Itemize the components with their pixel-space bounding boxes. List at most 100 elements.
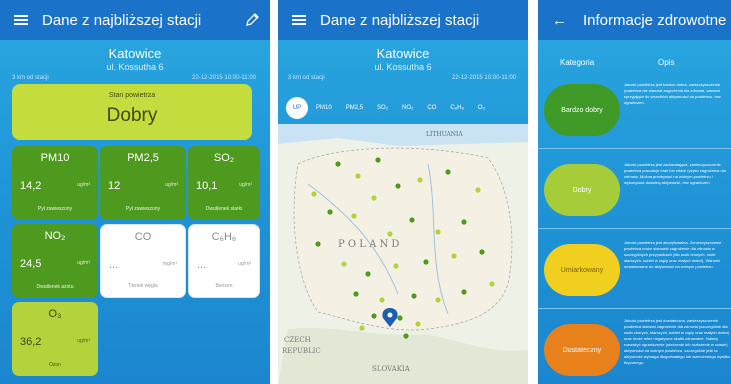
pollutant-value: ... bbox=[197, 259, 207, 271]
pollutant-name: O₃ bbox=[48, 308, 62, 320]
pollutant-name: PM10 bbox=[40, 152, 70, 164]
pollutant-desc: Ozon bbox=[49, 362, 61, 368]
category-badge: Umiarkowany bbox=[544, 244, 620, 296]
pollutant-tile-no2[interactable]: NO₂ 24,5 ug/m³ Dwutlenek azotu bbox=[12, 224, 98, 298]
station-marker[interactable] bbox=[395, 183, 401, 189]
station-marker[interactable] bbox=[411, 293, 417, 299]
pollutant-unit: ug/m³ bbox=[238, 261, 251, 267]
tab-no2[interactable]: NO₂ bbox=[402, 105, 413, 111]
station-marker[interactable] bbox=[335, 161, 341, 167]
screen-title: Dane z najbliższej stacji bbox=[42, 11, 202, 29]
pollutant-tile-c6h6[interactable]: C₆H₆ ... ug/m³ Benzen bbox=[188, 224, 260, 298]
top-app-bar: Dane z najbliższej stacji bbox=[278, 0, 528, 40]
station-marker[interactable] bbox=[435, 297, 441, 303]
table-row: Bardzo dobry Jakość powietrza jest bardz… bbox=[538, 72, 731, 148]
pollutant-tile-pm10[interactable]: PM10 14,2 ug/m³ Pył zawieszony bbox=[12, 146, 98, 220]
station-marker[interactable] bbox=[423, 259, 429, 265]
pollutant-name: PM2,5 bbox=[127, 152, 159, 164]
app-screenshots: Dane z najbliższej stacji Katowice ul. K… bbox=[0, 0, 731, 384]
station-marker[interactable] bbox=[387, 231, 393, 237]
station-marker[interactable] bbox=[315, 241, 321, 247]
station-distance: 3 km od stacji bbox=[12, 75, 49, 81]
pollutant-unit: ug/m³ bbox=[77, 182, 90, 188]
pollutant-value: 14,2 bbox=[20, 180, 42, 192]
pollutant-tile-o3[interactable]: O₃ 36,2 ug/m³ Ozon bbox=[12, 302, 98, 376]
pollutant-value: 36,2 bbox=[20, 336, 42, 348]
tab-o3[interactable]: O₃ bbox=[478, 105, 485, 111]
pollutant-unit: mg/m³ bbox=[162, 261, 177, 267]
station-marker[interactable] bbox=[403, 333, 409, 339]
screen-title: Informacje zdrowotne bbox=[583, 11, 727, 29]
measurement-datetime: 22-12-2015 10:00-11:00 bbox=[192, 75, 256, 81]
station-marker[interactable] bbox=[397, 315, 403, 321]
map-label-czech: CZECH bbox=[284, 336, 311, 344]
station-marker[interactable] bbox=[475, 187, 481, 193]
tab-co[interactable]: CO bbox=[427, 105, 436, 111]
station-marker[interactable] bbox=[479, 249, 485, 255]
station-marker[interactable] bbox=[417, 177, 423, 183]
category-description: Jakość powietrza jest bardzo dobra, zani… bbox=[624, 82, 721, 105]
station-data-screen: Dane z najbliższej stacji Katowice ul. K… bbox=[0, 0, 270, 384]
category-badge: Dobry bbox=[544, 164, 620, 216]
row-divider bbox=[538, 228, 731, 229]
pollutant-unit: ug/m³ bbox=[165, 182, 178, 188]
station-marker[interactable] bbox=[375, 157, 381, 163]
tab-pm10[interactable]: PM10 bbox=[316, 105, 332, 111]
station-marker[interactable] bbox=[327, 209, 333, 215]
back-arrow-icon[interactable]: ← bbox=[552, 12, 567, 29]
map-canvas: LITHUANIA P O L A N D CZECH REPUBLIC SLO… bbox=[278, 124, 528, 384]
pollutant-tile-so2[interactable]: SO₂ 10,1 ug/m³ Dwutlenek siarki bbox=[188, 146, 260, 220]
map-label-republic: REPUBLIC bbox=[282, 347, 321, 355]
pollutant-desc: Benzen bbox=[215, 283, 233, 289]
station-marker[interactable] bbox=[365, 271, 371, 277]
tab-c6h6[interactable]: C₆H₆ bbox=[450, 105, 464, 111]
table-row: Dobry Jakość powietrza jest zadowalająca… bbox=[538, 152, 731, 228]
pollutant-tabs: UP PM10 PM2,5 SO₂ NO₂ CO C₆H₆ O₃ bbox=[278, 94, 528, 122]
table-row: Umiarkowany Jakość powietrza jest akcept… bbox=[538, 232, 731, 308]
pollutant-value: ... bbox=[109, 259, 119, 271]
pollutant-desc: Dwutlenek siarki bbox=[205, 206, 243, 212]
station-marker[interactable] bbox=[355, 173, 361, 179]
station-marker[interactable] bbox=[393, 263, 399, 269]
pollutant-tile-pm25[interactable]: PM2,5 12 ug/m³ Pył zawieszony bbox=[100, 146, 186, 220]
pollutant-desc: Pył zawieszony bbox=[37, 206, 73, 212]
station-marker[interactable] bbox=[461, 289, 467, 295]
pollutant-value: 10,1 bbox=[196, 180, 218, 192]
station-city: Katowice bbox=[376, 46, 430, 61]
station-marker[interactable] bbox=[461, 219, 467, 225]
stations-map[interactable]: LITHUANIA P O L A N D CZECH REPUBLIC SLO… bbox=[278, 124, 528, 384]
pollutant-unit: ug/m³ bbox=[77, 260, 90, 266]
map-label-lithuania: LITHUANIA bbox=[426, 131, 463, 138]
station-marker[interactable] bbox=[435, 229, 441, 235]
station-marker[interactable] bbox=[445, 169, 451, 175]
station-marker[interactable] bbox=[451, 253, 457, 259]
pollutant-unit: ug/m³ bbox=[239, 182, 252, 188]
tab-up[interactable]: UP bbox=[286, 97, 308, 119]
pollutant-tile-co[interactable]: CO ... mg/m³ Tlenek węgla bbox=[100, 224, 186, 298]
station-marker[interactable] bbox=[359, 325, 365, 331]
air-quality-status-card[interactable]: Stan powietrza Dobry bbox=[12, 84, 252, 140]
top-app-bar: ← Informacje zdrowotne bbox=[538, 0, 731, 40]
station-marker[interactable] bbox=[353, 291, 359, 297]
category-badge: Dostateczny bbox=[544, 324, 620, 376]
tab-so2[interactable]: SO₂ bbox=[377, 105, 388, 111]
pollutant-value: 12 bbox=[108, 180, 121, 192]
station-marker[interactable] bbox=[351, 213, 357, 219]
hamburger-menu-icon[interactable] bbox=[14, 14, 28, 26]
column-header-category: Kategoria bbox=[560, 58, 595, 67]
station-marker[interactable] bbox=[371, 195, 377, 201]
station-marker[interactable] bbox=[379, 297, 385, 303]
station-street: ul. Kossutha 6 bbox=[106, 62, 164, 72]
hamburger-menu-icon[interactable] bbox=[292, 14, 306, 26]
station-marker[interactable] bbox=[371, 313, 377, 319]
station-marker[interactable] bbox=[415, 321, 421, 327]
station-marker[interactable] bbox=[489, 281, 495, 287]
pollutant-name: C₆H₆ bbox=[211, 231, 237, 243]
tab-pm25[interactable]: PM2,5 bbox=[346, 105, 363, 111]
station-marker[interactable] bbox=[311, 191, 317, 197]
edit-pencil-icon[interactable] bbox=[244, 12, 260, 28]
station-marker[interactable] bbox=[341, 261, 347, 267]
station-street: ul. Kossutha 6 bbox=[374, 62, 432, 72]
pollutant-desc: Dwutlenek azotu bbox=[36, 284, 74, 290]
station-marker[interactable] bbox=[409, 217, 415, 223]
